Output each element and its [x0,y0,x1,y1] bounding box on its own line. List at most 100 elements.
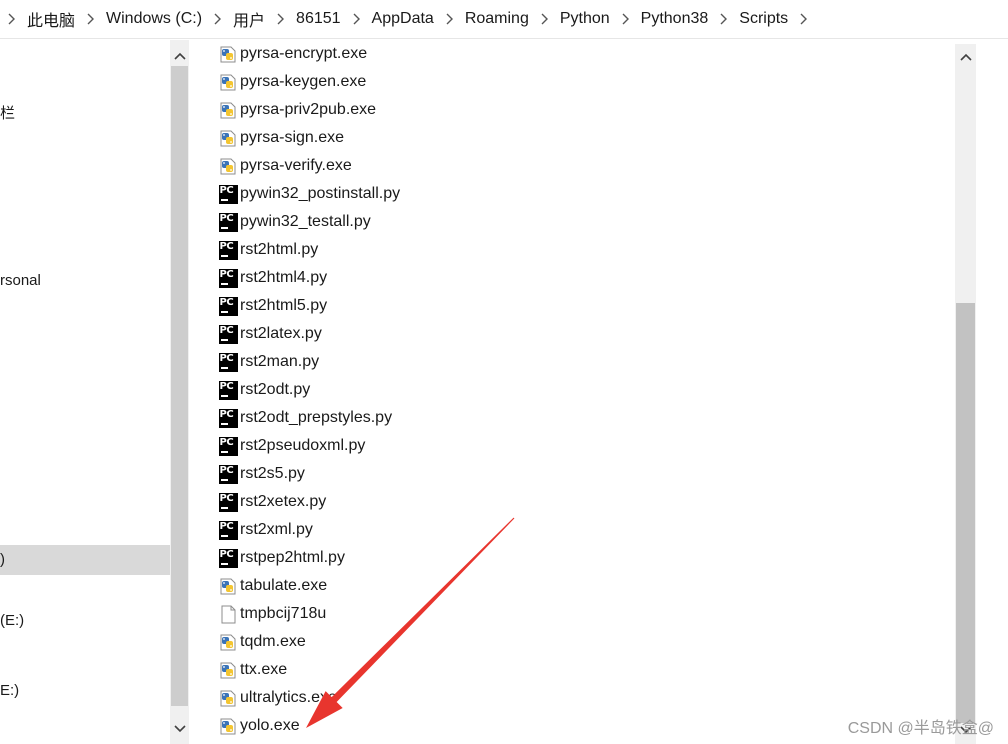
python-exe-icon [218,44,238,64]
file-row[interactable]: PC rst2html.py [210,236,318,264]
file-row[interactable]: ultralytics.exe [210,684,337,712]
breadcrumb-item[interactable]: AppData [370,10,436,28]
breadcrumb-chevron-icon[interactable] [436,13,463,25]
breadcrumb-chevron-icon[interactable] [790,13,817,25]
breadcrumb-chevron-icon[interactable] [0,13,25,25]
navigation-pane[interactable]: 栏 rsonal) (E:) E:) [0,40,170,744]
breadcrumb-item[interactable]: Scripts [737,10,790,28]
file-row[interactable]: PC rst2xetex.py [210,488,326,516]
file-row[interactable]: yolo.exe [210,712,300,740]
pycharm-file-icon: PC [218,464,238,484]
file-name: rst2odt.py [240,381,311,398]
file-name: pywin32_testall.py [240,213,371,230]
file-row[interactable]: pyrsa-priv2pub.exe [210,96,376,124]
file-name: pyrsa-encrypt.exe [240,45,368,62]
file-name: rst2s5.py [240,465,305,482]
file-row[interactable]: PC pywin32_postinstall.py [210,180,400,208]
file-row[interactable]: PC rst2odt_prepstyles.py [210,404,392,432]
file-row[interactable]: PC rstpep2html.py [210,544,345,572]
file-row[interactable]: pyrsa-verify.exe [210,152,352,180]
breadcrumb-chevron-icon[interactable] [531,13,558,25]
file-row[interactable]: PC rst2odt.py [210,376,310,404]
scroll-up-icon[interactable] [956,47,975,66]
pycharm-file-icon: PC [218,240,238,260]
breadcrumb-chevron-icon[interactable] [710,13,737,25]
file-name: pyrsa-keygen.exe [240,73,367,90]
file-name: rst2html4.py [240,269,328,286]
pycharm-file-icon: PC [218,296,238,316]
breadcrumb-item[interactable]: 86151 [294,10,343,28]
file-name: ultralytics.exe [240,689,337,706]
file-name: rst2latex.py [240,325,322,342]
file-row[interactable]: PC rst2s5.py [210,460,305,488]
breadcrumb-item[interactable]: 此电脑 [25,7,77,31]
file-list: pyrsa-encrypt.exe pyrsa-keygen.exe pyrsa-p… [210,40,950,744]
file-name: tqdm.exe [240,633,306,650]
file-row[interactable]: PC rst2html5.py [210,292,327,320]
pycharm-file-icon: PC [218,212,238,232]
file-name: rst2html5.py [240,297,328,314]
watermark: CSDN @半岛铁盒@ [847,720,994,737]
file-name: yolo.exe [240,717,300,734]
file-row[interactable]: PC rst2latex.py [210,320,322,348]
python-exe-icon [218,688,238,708]
breadcrumb-item[interactable]: Roaming [463,10,531,28]
file-row[interactable]: tmpbcij718u [210,600,326,628]
nav-item[interactable]: ) [0,545,170,575]
breadcrumb-item[interactable]: Python38 [639,10,711,28]
breadcrumb-chevron-icon[interactable] [204,13,231,25]
file-row[interactable]: PC rst2html4.py [210,264,327,292]
file-name: rst2man.py [240,353,320,370]
nav-scroll-down-icon[interactable] [170,719,189,738]
nav-item[interactable]: (E:) [0,612,170,629]
nav-item[interactable]: rsonal [0,272,170,289]
pycharm-file-icon: PC [218,492,238,512]
pycharm-file-icon: PC [218,520,238,540]
file-name: pyrsa-sign.exe [240,129,345,146]
python-exe-icon [218,72,238,92]
breadcrumb-item[interactable]: 用户 [231,7,267,31]
file-row[interactable]: pyrsa-keygen.exe [210,68,366,96]
file-name: pywin32_postinstall.py [240,185,401,202]
nav-scroll-up-icon[interactable] [170,46,189,65]
file-name: pyrsa-priv2pub.exe [240,101,377,118]
python-exe-icon [218,128,238,148]
breadcrumb-item[interactable]: Python [558,10,612,28]
file-row[interactable]: PC rst2pseudoxml.py [210,432,365,460]
file-row[interactable]: PC rst2man.py [210,348,319,376]
file-name: tabulate.exe [240,577,328,594]
pycharm-file-icon: PC [218,436,238,456]
breadcrumb-chevron-icon[interactable] [77,13,104,25]
file-row[interactable]: PC rst2xml.py [210,516,313,544]
python-exe-icon [218,156,238,176]
file-name: rst2odt_prepstyles.py [240,409,393,426]
file-row[interactable]: pyrsa-sign.exe [210,124,344,152]
file-name: rst2pseudoxml.py [240,437,366,454]
pycharm-file-icon: PC [218,408,238,428]
nav-item[interactable]: 栏 [0,102,170,123]
breadcrumb-chevron-icon[interactable] [267,13,294,25]
blank-file-icon [218,604,238,624]
file-name: rstpep2html.py [240,549,345,566]
file-list-scrollbar-thumb[interactable] [956,303,975,723]
nav-item[interactable]: E:) [0,682,170,699]
nav-scrollbar-thumb[interactable] [171,66,188,706]
breadcrumb-chevron-icon[interactable] [612,13,639,25]
breadcrumb-item[interactable]: Windows (C:) [104,10,204,28]
address-bar[interactable]: 此电脑 Windows (C:) 用户 86151 AppData Roaming Pyth… [0,0,1008,39]
pycharm-file-icon: PC [218,324,238,344]
python-exe-icon [218,660,238,680]
file-name: tmpbcij718u [240,605,327,622]
file-name: ttx.exe [240,661,288,678]
breadcrumb-chevron-icon[interactable] [343,13,370,25]
file-row[interactable]: tqdm.exe [210,628,306,656]
file-row[interactable]: ttx.exe [210,656,287,684]
python-exe-icon [218,716,238,736]
file-row[interactable]: pyrsa-encrypt.exe [210,40,367,68]
python-exe-icon [218,100,238,120]
python-exe-icon [218,576,238,596]
pycharm-file-icon: PC [218,184,238,204]
file-row[interactable]: tabulate.exe [210,572,327,600]
file-name: rst2xetex.py [240,493,327,510]
file-row[interactable]: PC pywin32_testall.py [210,208,371,236]
